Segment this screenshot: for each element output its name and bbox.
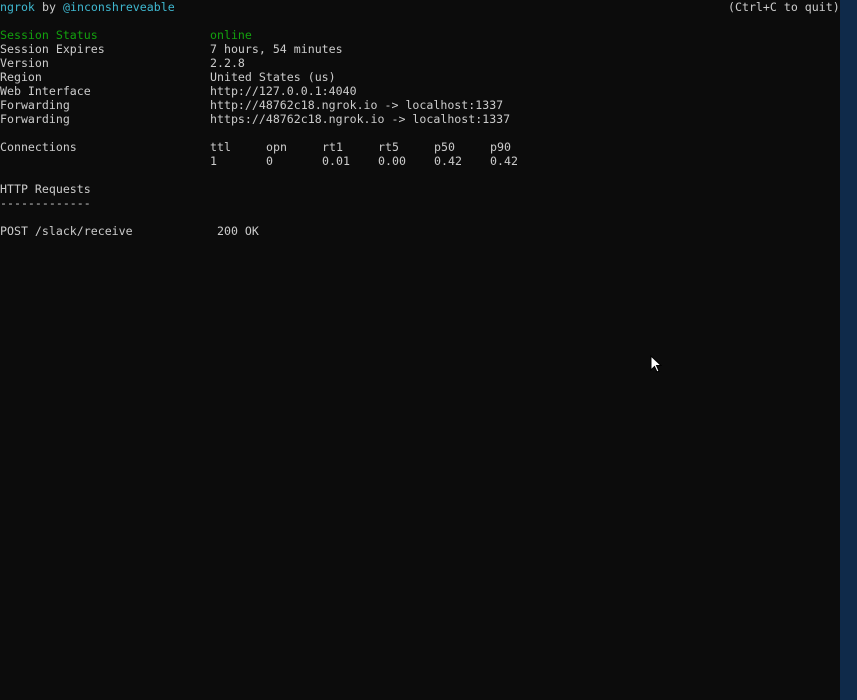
connections-header-opn: opn <box>266 140 287 154</box>
forwarding-http-label: Forwarding <box>0 98 70 112</box>
forwarding-https-label: Forwarding <box>0 112 70 126</box>
app-name: ngrok <box>0 0 35 14</box>
connections-value-rt1: 0.01 <box>322 154 350 168</box>
connections-header-rt5: rt5 <box>378 140 399 154</box>
session-status-label: Session Status <box>0 28 98 42</box>
http-request-row: POST /slack/receive 200 OK <box>0 224 259 238</box>
connections-header-row: Connections ttl opn rt1 rt5 p50 p90 <box>0 140 511 154</box>
connections-label: Connections <box>0 140 77 154</box>
session-expires-label: Session Expires <box>0 42 105 56</box>
connections-value-ttl: 1 <box>210 154 217 168</box>
quit-hint: (Ctrl+C to quit) <box>728 0 840 14</box>
web-interface-value: http://127.0.0.1:4040 <box>210 84 357 98</box>
connections-header-ttl: ttl <box>210 140 231 154</box>
http-requests-divider-row: ------------- <box>0 196 91 210</box>
connections-value-p50: 0.42 <box>434 154 462 168</box>
web-interface-row: Web Interface http://127.0.0.1:4040 <box>0 84 357 98</box>
vertical-scrollbar[interactable] <box>840 0 857 700</box>
forwarding-https-row: Forwarding https://48762c18.ngrok.io -> … <box>0 112 510 126</box>
region-row: Region United States (us) <box>0 70 336 84</box>
session-expires-row: Session Expires 7 hours, 54 minutes <box>0 42 343 56</box>
terminal-window[interactable]: ngrok by @inconshreveable (Ctrl+C to qui… <box>0 0 840 700</box>
connections-header-p90: p90 <box>490 140 511 154</box>
http-requests-divider: ------------- <box>0 196 91 210</box>
http-request-status: 200 OK <box>217 224 259 238</box>
session-status-value: online <box>210 28 252 42</box>
forwarding-http-row: Forwarding http://48762c18.ngrok.io -> l… <box>0 98 503 112</box>
region-label: Region <box>0 70 42 84</box>
connections-header-rt1: rt1 <box>322 140 343 154</box>
version-row: Version 2.2.8 <box>0 56 245 70</box>
forwarding-https-value: https://48762c18.ngrok.io -> localhost:1… <box>210 112 511 126</box>
connections-value-opn: 0 <box>266 154 273 168</box>
web-interface-label: Web Interface <box>0 84 91 98</box>
http-requests-title-row: HTTP Requests <box>0 182 91 196</box>
region-value: United States (us) <box>210 70 336 84</box>
http-request-path: POST /slack/receive <box>0 224 133 238</box>
connections-values-row: 1 0 0.01 0.00 0.42 0.42 <box>0 154 518 168</box>
version-label: Version <box>0 56 49 70</box>
http-requests-title: HTTP Requests <box>0 182 91 196</box>
mouse-cursor-icon <box>650 355 662 373</box>
header-line: ngrok by @inconshreveable (Ctrl+C to qui… <box>0 0 840 14</box>
author-name: @inconshreveable <box>63 0 175 14</box>
session-status-row: Session Status online <box>0 28 252 42</box>
connections-value-p90: 0.42 <box>490 154 518 168</box>
session-expires-value: 7 hours, 54 minutes <box>210 42 343 56</box>
connections-header-p50: p50 <box>434 140 455 154</box>
version-value: 2.2.8 <box>210 56 245 70</box>
connections-value-rt5: 0.00 <box>378 154 406 168</box>
by-text: by <box>35 0 63 14</box>
forwarding-http-value: http://48762c18.ngrok.io -> localhost:13… <box>210 98 504 112</box>
